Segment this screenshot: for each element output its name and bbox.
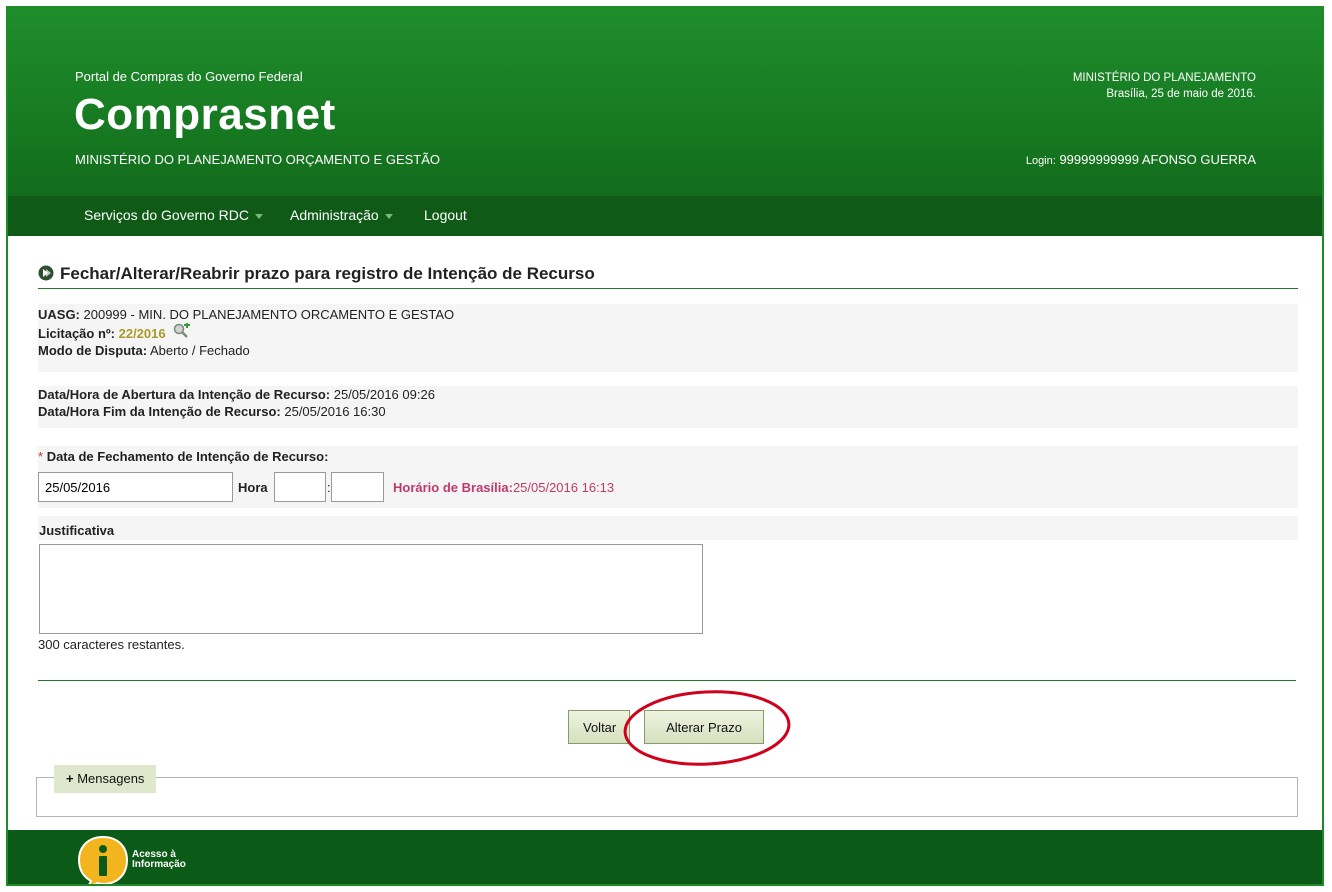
fim-row: Data/Hora Fim da Intenção de Recurso: 25… — [38, 403, 1298, 420]
plus-icon: + — [66, 771, 74, 786]
login-label: Login: — [1025, 155, 1056, 167]
justificativa-section: Justificativa — [38, 516, 1298, 540]
brasilia-value: 25/05/2016 16:13 — [512, 480, 615, 495]
brasilia-label: Horário de Brasília: — [393, 480, 513, 495]
mensagens-toggle[interactable]: + Mensagens — [54, 765, 157, 793]
uasg-label: UASG: — [38, 307, 80, 322]
page-frame: Portal de Compras do Governo Federal Com… — [6, 6, 1324, 886]
current-date: Brasília, 25 de maio de 2016. — [1106, 88, 1256, 100]
site-header: Portal de Compras do Governo Federal Com… — [8, 8, 1322, 196]
org-name: MINISTÉRIO DO PLANEJAMENTO — [1072, 72, 1256, 84]
fim-label: Data/Hora Fim da Intenção de Recurso: — [38, 404, 281, 419]
login-info: Login: 99999999999 AFONSO GUERRA — [1026, 152, 1256, 167]
site-footer: Acesso à Informação — [8, 830, 1322, 886]
licitacao-label: Licitação nº: — [38, 326, 115, 341]
nav-item-label: Logout — [424, 207, 467, 223]
page-title: Fechar/Alterar/Reabrir prazo para regist… — [38, 264, 1298, 289]
page-title-text: Fechar/Alterar/Reabrir prazo para regist… — [60, 264, 595, 283]
modo-row: Modo de Disputa: Aberto / Fechado — [38, 342, 1298, 359]
mensagens-label: Mensagens — [77, 771, 145, 786]
chevron-down-icon — [254, 213, 263, 219]
arrow-right-circle-icon — [38, 265, 54, 281]
intencao-info: Data/Hora de Abertura da Intenção de Rec… — [38, 386, 1298, 428]
fim-value: 25/05/2016 16:30 — [284, 404, 386, 419]
justificativa-textarea[interactable] — [39, 544, 703, 634]
acesso-informacao-label: Acesso à Informação — [132, 850, 186, 870]
ministry-name: MINISTÉRIO DO PLANEJAMENTO ORÇAMENTO E G… — [75, 152, 441, 167]
abertura-value: 25/05/2016 09:26 — [333, 387, 435, 402]
modo-value: Aberto / Fechado — [149, 343, 250, 358]
required-mark: * — [38, 449, 44, 464]
licitacao-info: UASG: 200999 - MIN. DO PLANEJAMENTO ORCA… — [38, 304, 1298, 372]
hora-minutes-input[interactable] — [331, 472, 384, 502]
nav-item-administracao[interactable]: Administração — [290, 207, 393, 223]
acesso-informacao-icon[interactable] — [76, 834, 132, 886]
abertura-row: Data/Hora de Abertura da Intenção de Rec… — [38, 386, 1298, 403]
hora-label: Hora — [238, 480, 268, 495]
nav-item-logout[interactable]: Logout — [424, 207, 467, 223]
site-brand[interactable]: Comprasnet — [74, 90, 336, 140]
nav-item-label: Serviços do Governo RDC — [84, 207, 249, 223]
fechamento-date-input[interactable] — [38, 472, 233, 502]
uasg-row: UASG: 200999 - MIN. DO PLANEJAMENTO ORCA… — [38, 306, 1298, 323]
main-nav: Serviços do Governo RDC Administração Lo… — [8, 196, 1322, 236]
licitacao-link[interactable]: 22/2016 — [119, 326, 166, 341]
brasilia-time: Horário de Brasília:25/05/2016 16:13 — [393, 480, 614, 495]
abertura-label: Data/Hora de Abertura da Intenção de Rec… — [38, 387, 331, 402]
justificativa-label: Justificativa — [39, 523, 115, 538]
highlight-circle — [623, 690, 791, 766]
nav-item-servicos[interactable]: Serviços do Governo RDC — [84, 207, 263, 223]
chevron-down-icon — [384, 213, 393, 219]
magnifier-plus-icon[interactable] — [173, 322, 191, 339]
hora-hours-input[interactable] — [274, 472, 326, 502]
nav-item-label: Administração — [290, 207, 379, 223]
portal-subtitle: Portal de Compras do Governo Federal — [75, 69, 303, 84]
fechamento-label: * Data de Fechamento de Intenção de Recu… — [38, 448, 328, 465]
mensagens-panel — [36, 777, 1298, 817]
header-org-info: MINISTÉRIO DO PLANEJAMENTO Brasília, 25 … — [1073, 70, 1256, 102]
modo-label: Modo de Disputa: — [38, 343, 148, 358]
fechamento-label-text: Data de Fechamento de Intenção de Recurs… — [46, 449, 329, 464]
acesso-line2: Informação — [132, 859, 186, 870]
licitacao-row: Licitação nº: 22/2016 — [38, 322, 1298, 342]
uasg-value: 200999 - MIN. DO PLANEJAMENTO ORCAMENTO … — [83, 307, 455, 322]
char-counter: 300 caracteres restantes. — [38, 637, 185, 652]
login-value: 99999999999 AFONSO GUERRA — [1059, 152, 1256, 167]
